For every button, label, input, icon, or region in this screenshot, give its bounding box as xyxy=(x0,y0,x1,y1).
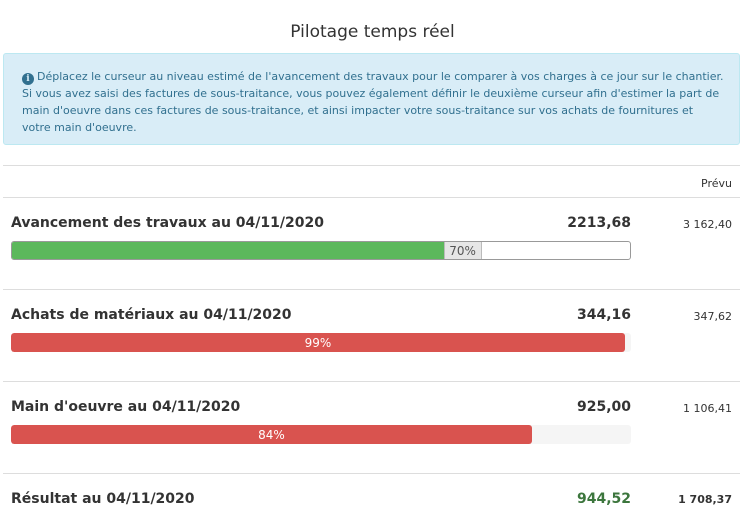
divider xyxy=(3,473,740,474)
result-value: 944,52 xyxy=(576,491,631,507)
slider-handle-avancement[interactable]: 70% xyxy=(443,242,482,259)
row-value-main-oeuvre: 925,00 xyxy=(576,399,631,415)
row-value-avancement: 2213,68 xyxy=(567,215,631,231)
progress-bar-main-oeuvre: 84% xyxy=(11,425,631,444)
divider xyxy=(3,381,740,382)
progress-slider-avancement[interactable]: 70% xyxy=(11,241,631,260)
row-label-avancement: Avancement des travaux au 04/11/2020 xyxy=(11,215,324,231)
progress-label-main-oeuvre: 84% xyxy=(258,427,285,442)
progress-fill-achats: 99% xyxy=(11,333,625,352)
info-text: Déplacez le curseur au niveau estimé de … xyxy=(22,70,724,134)
result-label: Résultat au 04/11/2020 xyxy=(11,491,195,507)
progress-fill-avancement xyxy=(12,242,445,259)
row-prevu-main-oeuvre: 1 106,41 xyxy=(683,402,732,415)
info-alert: i Déplacez le curseur au niveau estimé de… xyxy=(3,53,740,145)
progress-fill-main-oeuvre: 84% xyxy=(11,425,532,444)
page-title: Pilotage temps réel xyxy=(290,22,455,42)
divider xyxy=(3,165,740,166)
info-icon: i xyxy=(22,73,34,85)
row-label-main-oeuvre: Main d'oeuvre au 04/11/2020 xyxy=(11,399,241,415)
progress-label-achats: 99% xyxy=(304,335,332,350)
row-prevu-avancement: 3 162,40 xyxy=(683,218,732,231)
progress-bar-achats: 99% xyxy=(11,333,631,352)
divider xyxy=(3,197,740,198)
divider xyxy=(3,289,740,290)
row-label-achats: Achats de matériaux au 04/11/2020 xyxy=(11,307,292,323)
row-value-achats: 344,16 xyxy=(576,307,631,323)
result-prevu: 1 708,37 xyxy=(678,493,732,506)
row-prevu-achats: 347,62 xyxy=(693,310,733,323)
prevu-column-header: Prévu xyxy=(701,177,732,190)
